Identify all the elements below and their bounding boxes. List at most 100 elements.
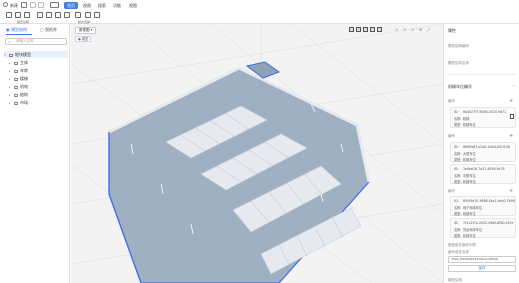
add-icon[interactable]: +: [509, 133, 513, 139]
card-type: 机械车位: [463, 212, 476, 216]
grid-icon[interactable]: [46, 12, 52, 18]
field-structure-code: 模型结构编号: [448, 44, 469, 48]
parking-card[interactable]: ID: f8d0fe83-e2a0-4d48-b519-90 名称: 大型车位 …: [450, 142, 516, 162]
layers-icon[interactable]: [24, 12, 30, 18]
tree-item-label: 主体: [20, 60, 28, 65]
top-toolbar: 新建 首页 视图 搜索 功能 视图 首页功能 模式选择: [0, 0, 519, 24]
parking-card[interactable]: ID: 694f4e70-3686-4bc1-bcd0-7696 名称: 地下车…: [450, 196, 516, 216]
add-icon[interactable]: +: [509, 98, 513, 104]
building-model: [71, 24, 443, 283]
tab-drawing-library-label: 图纸库: [45, 27, 58, 32]
save-icon[interactable]: [21, 2, 27, 8]
card-id: 7c1c2f7a-2e52-49d0-8f80-c55e: [463, 221, 514, 225]
id-key: ID:: [454, 221, 459, 225]
menu-view[interactable]: 视图: [80, 2, 94, 9]
active-tab-indicator: [6, 34, 32, 35]
tree-item-label: 市场: [20, 100, 28, 105]
field-structure-name: 模型结构名称: [448, 61, 469, 65]
folder-icon: [14, 69, 18, 73]
id-key: ID:: [454, 199, 459, 203]
menu-view-2[interactable]: 视图: [126, 2, 140, 9]
name-key: 名称:: [454, 152, 462, 156]
panel-title: 属性: [448, 28, 456, 33]
model-tree-panel: ▣ 模型结构 ▢ 图纸库 请输入名称 ⌕ ▾ 地块模型 ▸ 主体 ▸ 车库 ▸ 楼梯 ▸…: [0, 24, 70, 283]
tree-item-stairs[interactable]: ▸ 楼梯: [9, 75, 73, 82]
id-key: ID:: [454, 145, 459, 149]
folder-icon: [9, 53, 13, 57]
card-name: 地下车库车位: [463, 206, 483, 210]
menu-home[interactable]: 首页: [64, 2, 78, 9]
tree-item-label: 地块模型: [15, 52, 31, 57]
tree-search-input[interactable]: 请输入名称: [5, 38, 67, 45]
type-key: 类型:: [454, 234, 462, 238]
card-type: 机械车位: [463, 180, 476, 184]
properties-panel: 属性 模型结构编号 模型结构名称 机械车位编号 ⌃ 编号 + ID: 6b4d2…: [443, 24, 519, 283]
tree-item-mep[interactable]: ▸ 机电: [9, 83, 73, 90]
card-type: 机械车位: [463, 234, 476, 238]
group-title: 编号: [448, 134, 455, 138]
app-logo-icon: [3, 2, 8, 7]
tab-model-structure[interactable]: ▣ 模型结构: [6, 27, 27, 33]
folder-icon: [14, 101, 18, 105]
tree-item-label: 结构: [20, 92, 28, 97]
tree-item-garage[interactable]: ▸ 车库: [9, 67, 73, 74]
tree-item-label: 机电: [20, 84, 28, 89]
component-name-label: 编号组件名称: [448, 250, 469, 254]
id-key: ID:: [454, 167, 459, 171]
tree-item-label: 楼梯: [20, 76, 28, 81]
type-key: 类型:: [454, 180, 462, 184]
paint-icon[interactable]: [85, 12, 91, 18]
divider: [448, 74, 516, 75]
tree-item-main[interactable]: ▸ 主体: [9, 59, 73, 66]
name-key: 名称:: [454, 117, 462, 121]
card-name: 大型车位: [463, 152, 476, 156]
redo-icon[interactable]: [38, 2, 44, 8]
search-icon: ⌕: [8, 39, 11, 44]
new-file-label[interactable]: 新建: [10, 3, 18, 9]
type-key: 类型:: [454, 212, 462, 216]
card-id: 6b4d27f7-9026-4520-9d71: [463, 110, 507, 114]
card-name: 机械: [463, 117, 470, 121]
parking-card[interactable]: ID: 6b4d27f7-9026-4520-9d71 名称: 机械 类型: 机…: [450, 107, 516, 128]
name-key: 名称:: [454, 206, 462, 210]
component-list-label: 模型组件编号列表: [448, 243, 476, 247]
section-title: 机械车位编号: [448, 84, 472, 89]
view-mode-dropdown[interactable]: [50, 2, 59, 8]
tab-model-structure-label: 模型结构: [11, 27, 28, 32]
card-id: f8d0fe83-e2a0-4d48-b519-90: [463, 145, 511, 149]
move-icon[interactable]: [75, 12, 81, 18]
card-name: 中型车位: [463, 174, 476, 178]
footer-label: 模型结构: [448, 278, 462, 282]
delete-icon[interactable]: [510, 114, 514, 119]
parking-card[interactable]: ID: 7c1c2f7a-2e52-49d0-8f80-c55e 名称: 货运车…: [450, 218, 516, 238]
group-title: 编号: [448, 99, 455, 103]
measure-icon[interactable]: [37, 12, 43, 18]
parking-card[interactable]: ID: 1e9be26-7a31-4856-9c78 名称: 中型车位 类型: …: [450, 164, 516, 184]
card-id: 1e9be26-7a31-4856-9c78: [463, 167, 505, 171]
tree-item-label: 车库: [20, 68, 28, 73]
name-key: 名称:: [454, 228, 462, 232]
card-name: 货运车库车位: [463, 228, 483, 232]
menu-search[interactable]: 搜索: [95, 2, 109, 9]
ruler-icon[interactable]: [64, 12, 70, 18]
type-key: 类型:: [454, 123, 462, 127]
save-button[interactable]: 保存: [448, 265, 516, 272]
menu-feature[interactable]: 功能: [110, 2, 124, 9]
collapse-icon[interactable]: ⌃: [512, 84, 515, 89]
tree-item-structure[interactable]: ▸ 结构: [9, 91, 73, 98]
add-icon[interactable]: +: [509, 188, 513, 194]
open-icon[interactable]: [6, 12, 12, 18]
3d-viewport[interactable]: 俯视图 ▾ ● 模型 ⊖ ⊕ ⟳ ✥ ⤢: [71, 24, 443, 283]
settings-icon[interactable]: [94, 12, 100, 18]
folder-icon: [14, 85, 18, 89]
clip-icon[interactable]: [55, 12, 61, 18]
tree-item-root[interactable]: ▾ 地块模型: [4, 51, 68, 58]
tab-drawing-library[interactable]: ▢ 图纸库: [40, 27, 57, 33]
group-title: 编号: [448, 189, 455, 193]
name-key: 名称:: [454, 174, 462, 178]
folder-icon: [14, 61, 18, 65]
undo-icon[interactable]: [30, 2, 36, 8]
tree-item-market[interactable]: ▸ 市场: [9, 99, 73, 106]
cursor-icon[interactable]: [15, 12, 21, 18]
component-id-input[interactable]: 75ea_f983694023296e7d5ffefb: [448, 256, 516, 263]
